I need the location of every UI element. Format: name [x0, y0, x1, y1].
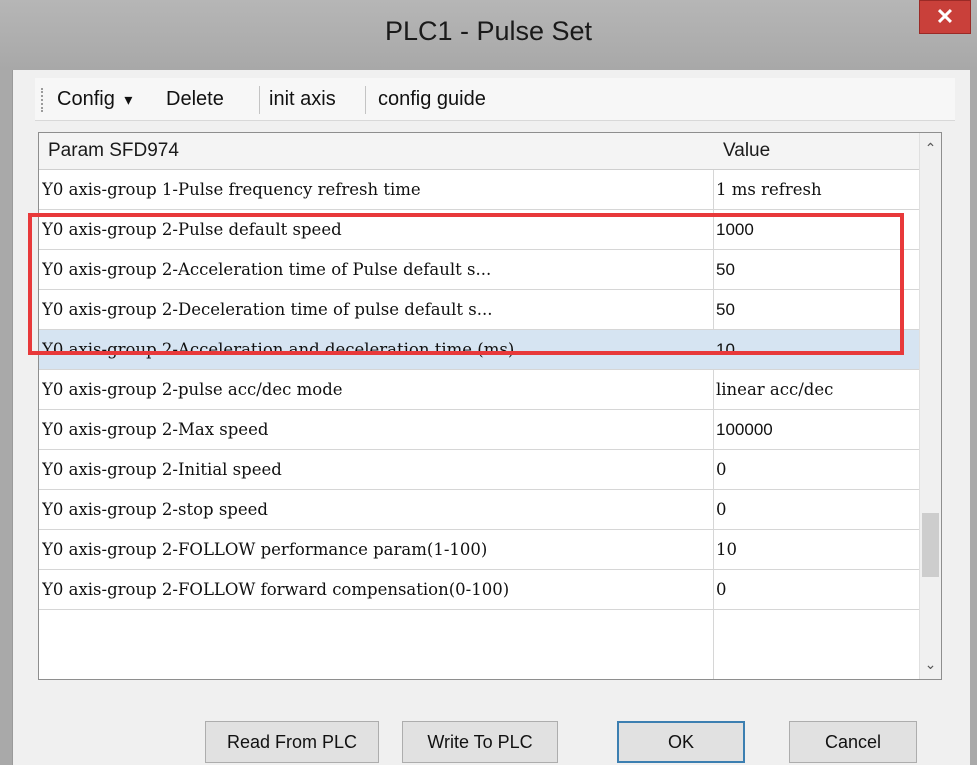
table-row[interactable]: Y0 axis-group 2-Initial speed 0 — [39, 450, 919, 490]
value-cell[interactable]: linear acc/dec — [716, 370, 916, 409]
init-axis-button[interactable]: init axis — [269, 88, 336, 111]
value-cell[interactable]: 10 — [716, 330, 916, 369]
value-cell[interactable]: 50 — [716, 250, 916, 289]
write-to-plc-button[interactable]: Write To PLC — [402, 721, 558, 763]
value-cell[interactable]: 10 — [716, 530, 916, 569]
cancel-button[interactable]: Cancel — [789, 721, 917, 763]
table-row-partial — [39, 610, 919, 679]
table-row[interactable]: Y0 axis-group 2-Acceleration time of Pul… — [39, 250, 919, 290]
param-name-cell: Y0 axis-group 2-stop speed — [42, 500, 268, 519]
grid-header: Param SFD974 Value — [39, 133, 919, 170]
delete-button[interactable]: Delete — [166, 88, 224, 111]
param-name-cell: Y0 axis-group 1-Pulse frequency refresh … — [42, 180, 421, 199]
ok-button[interactable]: OK — [617, 721, 745, 763]
param-grid: Param SFD974 Value Y0 axis-group 1-Pulse… — [38, 132, 942, 680]
scrollbar-thumb[interactable] — [922, 513, 939, 577]
toolbar: Config ▾ Delete init axis config guide — [35, 78, 955, 121]
value-cell[interactable]: 1 ms refresh — [716, 170, 916, 209]
value-cell[interactable]: 1000 — [716, 210, 916, 249]
toolbar-separator — [365, 86, 366, 114]
value-cell[interactable]: 0 — [716, 490, 916, 529]
value-cell[interactable]: 0 — [716, 450, 916, 489]
toolbar-separator — [259, 86, 260, 114]
close-button[interactable]: ✕ — [919, 0, 971, 34]
param-name-cell: Y0 axis-group 2-Deceleration time of pul… — [42, 300, 493, 319]
scroll-down-icon[interactable]: ⌄ — [920, 653, 941, 675]
value-cell[interactable]: 0 — [716, 570, 916, 609]
toolbar-grip-icon[interactable] — [41, 88, 46, 112]
table-row[interactable]: Y0 axis-group 2-pulse acc/dec mode linea… — [39, 370, 919, 410]
column-header-value[interactable]: Value — [723, 133, 770, 169]
table-row[interactable]: Y0 axis-group 2-Pulse default speed 1000 — [39, 210, 919, 250]
chevron-down-icon: ▾ — [124, 92, 133, 109]
value-cell[interactable]: 100000 — [716, 410, 916, 449]
param-name-cell: Y0 axis-group 2-Acceleration and deceler… — [42, 340, 515, 359]
param-name-cell: Y0 axis-group 2-Max speed — [42, 420, 269, 439]
table-row[interactable]: Y0 axis-group 2-Max speed 100000 — [39, 410, 919, 450]
table-row[interactable]: Y0 axis-group 1-Pulse frequency refresh … — [39, 170, 919, 210]
column-header-param[interactable]: Param SFD974 — [48, 133, 179, 169]
param-name-cell: Y0 axis-group 2-Initial speed — [42, 460, 282, 479]
dialog-window: PLC1 - Pulse Set ✕ Config ▾ Delete init … — [0, 0, 977, 765]
table-row-selected[interactable]: Y0 axis-group 2-Acceleration and deceler… — [39, 330, 919, 370]
scroll-up-icon[interactable]: ⌃ — [920, 137, 941, 159]
read-from-plc-button[interactable]: Read From PLC — [205, 721, 379, 763]
config-label: Config — [57, 88, 115, 110]
title-bar[interactable]: PLC1 - Pulse Set ✕ — [0, 0, 977, 70]
param-name-cell: Y0 axis-group 2-FOLLOW performance param… — [42, 540, 488, 559]
window-title: PLC1 - Pulse Set — [384, 16, 593, 46]
param-name-cell: Y0 axis-group 2-FOLLOW forward compensat… — [42, 580, 510, 599]
param-name-cell: Y0 axis-group 2-Acceleration time of Pul… — [42, 260, 492, 279]
config-guide-button[interactable]: config guide — [378, 88, 486, 111]
close-icon: ✕ — [935, 4, 955, 29]
param-name-cell: Y0 axis-group 2-Pulse default speed — [42, 220, 342, 239]
table-row[interactable]: Y0 axis-group 2-FOLLOW forward compensat… — [39, 570, 919, 610]
param-name-cell: Y0 axis-group 2-pulse acc/dec mode — [42, 380, 343, 399]
table-row[interactable]: Y0 axis-group 2-Deceleration time of pul… — [39, 290, 919, 330]
config-menu-button[interactable]: Config ▾ — [57, 88, 132, 111]
vertical-scrollbar[interactable]: ⌃ ⌄ — [919, 133, 941, 679]
table-row[interactable]: Y0 axis-group 2-stop speed 0 — [39, 490, 919, 530]
table-row[interactable]: Y0 axis-group 2-FOLLOW performance param… — [39, 530, 919, 570]
value-cell[interactable]: 50 — [716, 290, 916, 329]
dialog-client-area: Config ▾ Delete init axis config guide P… — [12, 70, 970, 765]
